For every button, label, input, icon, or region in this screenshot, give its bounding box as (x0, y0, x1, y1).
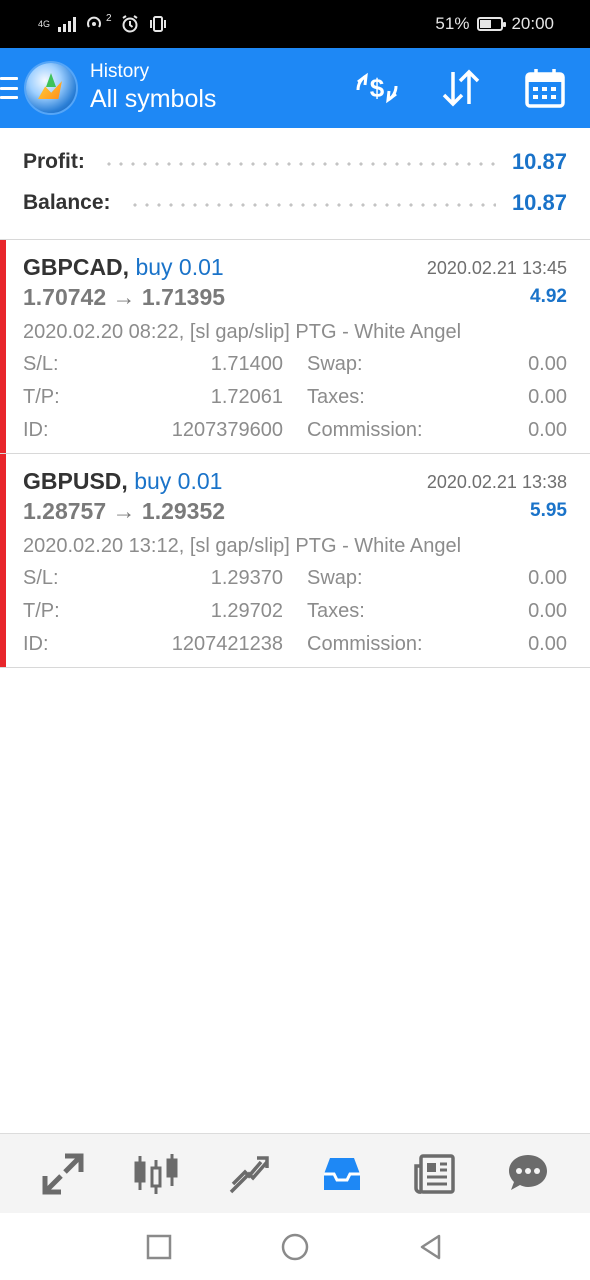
status-icons-left: 4G 2 (38, 12, 168, 34)
history-icon[interactable] (314, 1146, 370, 1202)
header-actions: $ (354, 65, 568, 111)
page-title: All symbols (90, 85, 217, 113)
currency-exchange-icon[interactable]: $ (354, 65, 400, 111)
trade-row-sl: S/L: 1.29370 Swap: 0.00 (23, 567, 567, 593)
trade-row-tp: T/P: 1.72061 Taxes: 0.00 (23, 386, 567, 412)
battery-fill (480, 20, 491, 28)
svg-text:$: $ (370, 73, 385, 103)
dot-leader (102, 162, 496, 166)
trade-comment: 2020.02.20 13:12, [sl gap/slip] PTG - Wh… (23, 535, 462, 557)
back-icon[interactable] (411, 1227, 451, 1267)
trade-item[interactable]: GBPUSD, buy 0.01 2020.02.21 13:38 1.2875… (0, 454, 590, 668)
buy-marker (0, 240, 6, 453)
taxes-label: Taxes: (307, 386, 365, 408)
bottom-navigation (0, 1133, 590, 1213)
trade-profit: 4.92 (530, 286, 567, 307)
swap-label: Swap: (307, 567, 363, 589)
commission-value: 0.00 (528, 419, 567, 441)
clock: 20:00 (511, 14, 554, 33)
trade-prices: 1.28757 → 1.29352 (23, 498, 226, 524)
trade-symbol: GBPCAD, (23, 254, 130, 280)
sl-value: 1.71400 (210, 353, 283, 375)
sort-icon[interactable] (438, 65, 484, 111)
app-header: History All symbols $ (0, 48, 590, 128)
network-type-icon: 4G (38, 18, 51, 29)
alarm-icon (122, 15, 138, 33)
menu-icon[interactable] (0, 77, 18, 99)
balance-row: Balance: 10.87 (23, 188, 567, 218)
home-icon[interactable] (275, 1227, 315, 1267)
trade-profit: 5.95 (530, 500, 567, 521)
id-label: ID: (23, 633, 49, 655)
history-summary: Profit: 10.87 Balance: 10.87 (0, 128, 590, 240)
trade-header: GBPCAD, buy 0.01 (23, 254, 224, 281)
taxes-label: Taxes: (307, 600, 365, 622)
id-value: 1207421238 (171, 633, 283, 655)
swap-value: 0.00 (528, 353, 567, 375)
tp-label: T/P: (23, 386, 60, 408)
status-icons-right: 51% 20:00 (435, 14, 554, 34)
page-subtitle: History (90, 61, 150, 82)
trade-prices: 1.70742 → 1.71395 (23, 284, 226, 310)
sim-number: 2 (106, 12, 112, 24)
trade-header: GBPUSD, buy 0.01 (23, 468, 222, 495)
tp-label: T/P: (23, 600, 60, 622)
network-type-label: 4G (38, 18, 51, 29)
swap-label: Swap: (307, 353, 363, 375)
trade-direction: buy 0.01 (134, 468, 223, 494)
news-icon[interactable] (407, 1146, 463, 1202)
trade-close-time: 2020.02.21 13:45 (426, 258, 567, 278)
header-titles[interactable]: History All symbols (90, 61, 216, 115)
battery-icon (477, 17, 507, 31)
trade-symbol: GBPUSD, (23, 468, 128, 494)
vibrate-icon (149, 16, 166, 32)
chart-icon[interactable] (128, 1146, 184, 1202)
balance-label: Balance: (23, 191, 111, 214)
trade-row-sl: S/L: 1.71400 Swap: 0.00 (23, 353, 567, 379)
trade-row-tp: T/P: 1.29702 Taxes: 0.00 (23, 600, 567, 626)
calendar-icon[interactable] (522, 65, 568, 111)
hotspot-icon (87, 16, 101, 28)
system-navigation (0, 1213, 590, 1280)
commission-label: Commission: (307, 633, 423, 655)
trade-item[interactable]: GBPCAD, buy 0.01 2020.02.21 13:45 1.7074… (0, 240, 590, 454)
trade-row-id: ID: 1207379600 Commission: 0.00 (23, 419, 567, 445)
trade-row-id: ID: 1207421238 Commission: 0.00 (23, 633, 567, 659)
commission-label: Commission: (307, 419, 423, 441)
dot-leader (128, 203, 496, 207)
buy-marker (0, 454, 6, 667)
trade-comment: 2020.02.20 08:22, [sl gap/slip] PTG - Wh… (23, 321, 462, 343)
signal-icon (58, 16, 77, 32)
chat-icon[interactable] (500, 1146, 556, 1202)
id-label: ID: (23, 419, 49, 441)
taxes-value: 0.00 (528, 600, 567, 622)
recent-apps-icon[interactable] (139, 1227, 179, 1267)
profit-row: Profit: 10.87 (23, 147, 567, 177)
taxes-value: 0.00 (528, 386, 567, 408)
sl-label: S/L: (23, 353, 59, 375)
trade-icon[interactable] (221, 1146, 277, 1202)
status-bar: 4G 2 51% 20:00 (0, 0, 590, 48)
profit-label: Profit: (23, 150, 85, 173)
balance-value: 10.87 (511, 190, 567, 215)
id-value: 1207379600 (171, 419, 283, 441)
commission-value: 0.00 (528, 633, 567, 655)
tp-value: 1.72061 (210, 386, 283, 408)
sl-value: 1.29370 (210, 567, 283, 589)
profit-value: 10.87 (511, 149, 567, 174)
trade-direction: buy 0.01 (135, 254, 224, 280)
tp-value: 1.29702 (210, 600, 283, 622)
app-logo (26, 63, 76, 113)
quotes-icon[interactable] (35, 1146, 91, 1202)
sl-label: S/L: (23, 567, 59, 589)
trade-close-time: 2020.02.21 13:38 (426, 472, 567, 492)
battery-percent: 51% (435, 14, 470, 33)
swap-value: 0.00 (528, 567, 567, 589)
